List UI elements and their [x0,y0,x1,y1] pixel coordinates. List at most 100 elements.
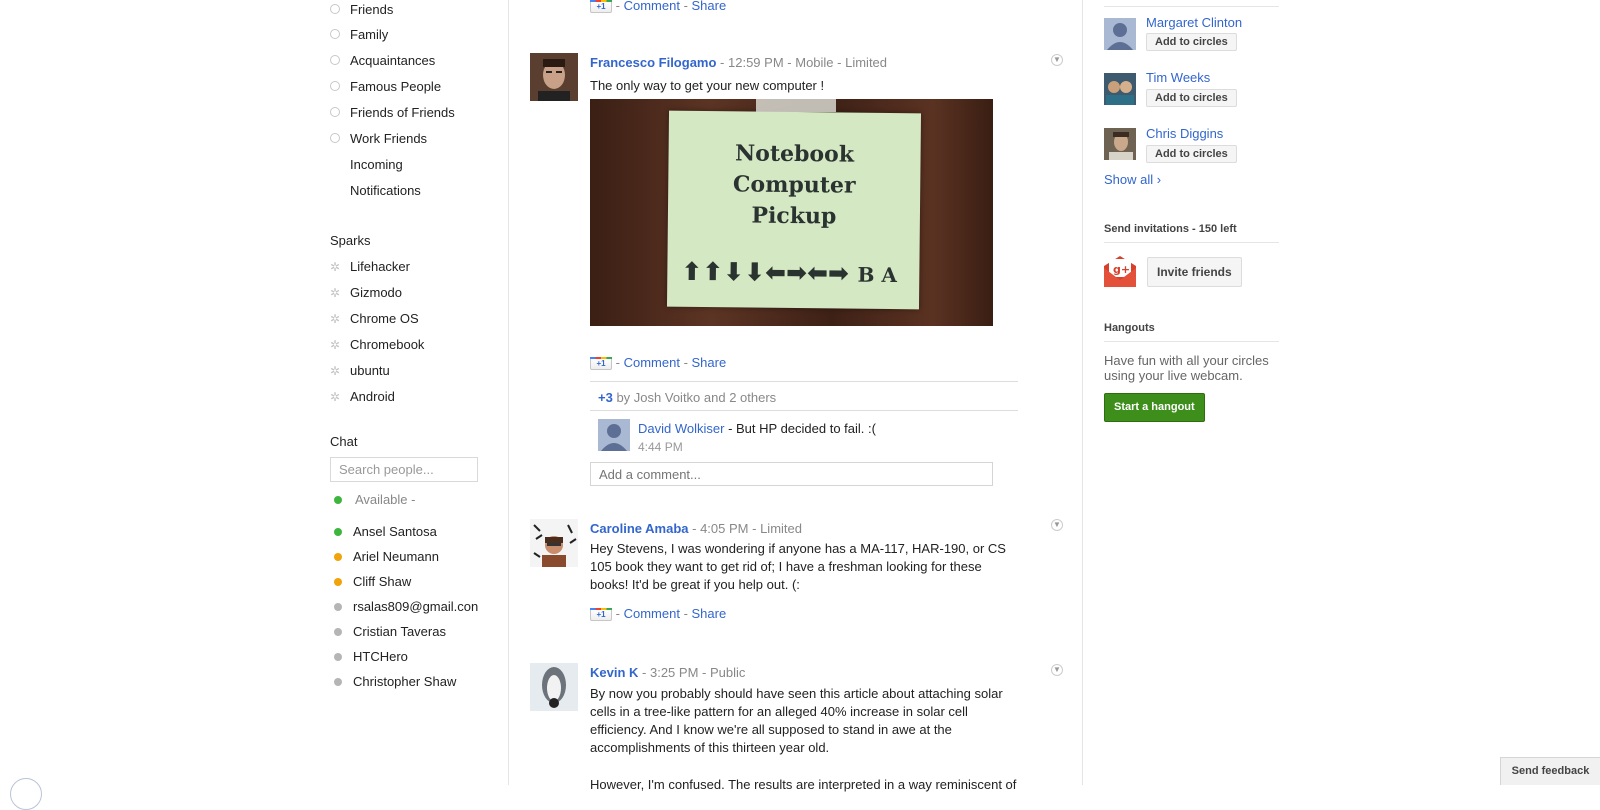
post-actions: +1 - Comment - Share [590,355,727,371]
suggestion-avatar[interactable] [1104,73,1136,105]
share-link[interactable]: Share [692,355,727,370]
post-header: Caroline Amaba - 4:05 PM - Limited [590,521,802,536]
circle-icon [330,4,340,14]
divider [1104,341,1279,342]
avatar[interactable] [530,519,578,567]
divider [1104,242,1279,243]
spark-icon: ✲ [330,260,341,274]
circle-icon [330,107,340,117]
add-comment-input[interactable] [590,462,993,486]
divider [590,410,1018,411]
circle-icon [330,133,340,143]
offline-status-icon [334,603,342,611]
post-author[interactable]: Kevin K [590,665,638,680]
post-photo[interactable]: Notebook Computer Pickup ⬆⬆⬇⬇⬅➡⬅➡ B A [590,99,993,326]
comment-line: David Wolkiser - But HP decided to fail.… [638,421,876,436]
right-column-divider [1082,0,1083,785]
post-time[interactable]: 4:05 PM [700,521,748,536]
suggestion-name[interactable]: Margaret Clinton [1146,15,1242,30]
post-menu-chevron-icon[interactable]: ▼ [1051,54,1063,66]
plus-one-button[interactable]: +1 [590,0,612,14]
idle-status-icon [334,553,342,561]
chat-title: Chat [330,434,358,449]
comment-link[interactable]: Comment [624,355,680,370]
available-status-icon [334,496,342,504]
sign-code: B A [857,262,898,288]
nav-incoming[interactable]: Incoming [350,155,403,175]
sign-line-2: Computer [732,171,856,199]
default-avatar-icon [1104,18,1136,50]
chat-search-input[interactable] [330,457,478,482]
post-source: Mobile [795,55,834,70]
sign-line-1: Notebook [734,140,855,168]
offline-status-icon [334,653,342,661]
circle-icon [330,81,340,91]
post-header: Francesco Filogamo - 12:59 PM - Mobile -… [590,55,888,70]
send-feedback-button[interactable]: Send feedback [1500,757,1600,785]
post-menu-chevron-icon[interactable]: ▼ [1051,664,1063,676]
person-photo-icon [1104,73,1136,105]
comment-author[interactable]: David Wolkiser [638,421,724,436]
post-text: The only way to get your new computer ! [590,78,825,93]
start-hangout-button[interactable]: Start a hangout [1104,393,1205,422]
post-text-continued: However, I'm confused. The results are i… [590,777,1017,792]
online-status-icon [334,528,342,536]
post-visibility[interactable]: Public [710,665,745,680]
share-link[interactable]: Share [692,0,727,13]
suggestion-avatar[interactable] [1104,18,1136,50]
sign-paper: Notebook Computer Pickup ⬆⬆⬇⬇⬅➡⬅➡ B A [666,110,922,310]
plus-one-button[interactable]: +1 [590,608,612,622]
comment-link[interactable]: Comment [624,606,680,621]
sparks-title: Sparks [330,233,371,248]
post-author[interactable]: Francesco Filogamo [590,55,716,70]
comment-link[interactable]: Comment [624,0,680,13]
divider [590,381,1018,382]
post-menu-chevron-icon[interactable]: ▼ [1051,519,1063,531]
circle-icon [330,55,340,65]
spark-icon: ✲ [330,390,341,404]
person-photo-icon [1104,128,1136,160]
post-visibility[interactable]: Limited [760,521,802,536]
post-header: Kevin K - 3:25 PM - Public [590,665,746,680]
hangouts-description: Have fun with all your circles using you… [1104,353,1269,383]
post-visibility[interactable]: Limited [845,55,887,70]
spark-icon: ✲ [330,364,341,378]
left-column-divider [508,0,509,785]
sign-line-3: Pickup [751,202,837,230]
default-avatar-icon [598,419,630,451]
post-time[interactable]: 12:59 PM [728,55,784,70]
suggestion-name[interactable]: Chris Diggins [1146,126,1223,141]
spark-icon: ✲ [330,286,341,300]
hangouts-title: Hangouts [1104,322,1155,334]
chat-roster-toggle-icon[interactable] [10,778,42,810]
konami-arrows-icon: ⬆⬆⬇⬇⬅➡⬅➡ [681,256,850,288]
post-time[interactable]: 3:25 PM [650,665,698,680]
divider [1104,6,1279,7]
add-to-circles-button[interactable]: Add to circles [1146,33,1237,51]
invite-friends-button[interactable]: Invite friends [1147,257,1242,287]
show-all-link[interactable]: Show all › [1104,172,1161,187]
avatar[interactable] [530,53,578,101]
invitations-title: Send invitations - 150 left [1104,223,1237,235]
idle-status-icon [334,578,342,586]
suggestion-avatar[interactable] [1104,128,1136,160]
google-plus-invite-icon: g+ [1104,256,1136,287]
suggestion-name[interactable]: Tim Weeks [1146,70,1210,85]
share-link[interactable]: Share [692,606,727,621]
comment-time[interactable]: 4:44 PM [638,440,683,454]
comment-avatar[interactable] [598,419,630,451]
add-to-circles-button[interactable]: Add to circles [1146,89,1237,107]
plus-ones-summary[interactable]: +3 by Josh Voitko and 2 others [598,390,776,405]
offline-status-icon [334,628,342,636]
plus-one-button[interactable]: +1 [590,357,612,371]
post-text: By now you probably should have seen thi… [590,686,1003,755]
doodle-photo-icon [530,519,578,567]
avatar[interactable] [530,663,578,711]
person-photo-icon [530,53,578,101]
post-author[interactable]: Caroline Amaba [590,521,689,536]
spark-icon: ✲ [330,338,341,352]
add-to-circles-button[interactable]: Add to circles [1146,145,1237,163]
nav-notifications[interactable]: Notifications [350,181,421,201]
spark-icon: ✲ [330,312,341,326]
prev-post-actions: +1 - Comment - Share [590,0,727,14]
